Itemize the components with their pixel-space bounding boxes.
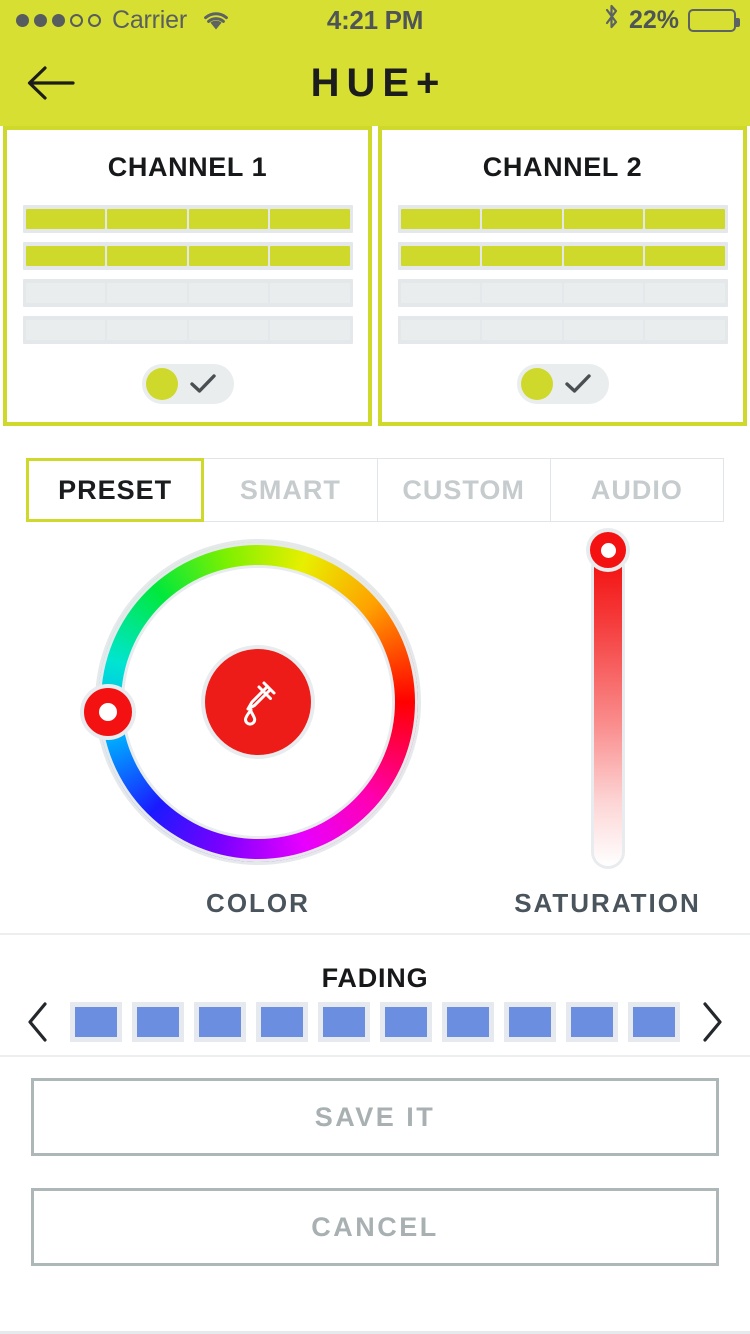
channel-card-2[interactable]: CHANNEL 2	[378, 126, 747, 426]
led-segment[interactable]	[107, 283, 187, 303]
channel-toggle[interactable]	[141, 364, 234, 404]
saturation-slider[interactable]	[586, 528, 630, 870]
led-bar-row[interactable]	[22, 279, 353, 307]
led-segment[interactable]	[400, 320, 480, 340]
channel-title: CHANNEL 1	[107, 152, 268, 182]
led-segment[interactable]	[482, 209, 562, 229]
led-segment[interactable]	[25, 320, 105, 340]
led-segment[interactable]	[188, 283, 268, 303]
color-label: COLOR	[206, 888, 310, 918]
led-segment[interactable]	[482, 320, 562, 340]
channel-led-bars	[22, 205, 353, 344]
bluetooth-icon	[603, 3, 620, 37]
led-segment[interactable]	[25, 209, 105, 229]
fading-next-button[interactable]	[688, 1001, 736, 1043]
check-icon	[553, 372, 605, 396]
eyedropper-button[interactable]	[205, 649, 311, 755]
cancel-button[interactable]: CANCEL	[31, 1188, 719, 1266]
fading-prev-button[interactable]	[14, 1001, 62, 1043]
led-bar-row[interactable]	[22, 316, 353, 344]
led-segment[interactable]	[645, 320, 725, 340]
led-segment[interactable]	[482, 246, 562, 266]
channel-title: CHANNEL 2	[482, 152, 643, 182]
led-segment[interactable]	[107, 246, 187, 266]
battery-icon	[688, 8, 740, 32]
led-segment[interactable]	[482, 283, 562, 303]
chevron-left-icon	[28, 1002, 47, 1042]
channel-led-bars	[397, 205, 728, 344]
led-segment[interactable]	[270, 320, 350, 340]
led-segment[interactable]	[107, 209, 187, 229]
fading-swatch[interactable]	[194, 1002, 246, 1042]
fading-swatch[interactable]	[380, 1002, 432, 1042]
hue-handle[interactable]	[80, 684, 136, 740]
channel-toggle[interactable]	[516, 364, 609, 404]
led-segment[interactable]	[563, 209, 643, 229]
save-button[interactable]: SAVE IT	[31, 1078, 719, 1156]
fading-swatch[interactable]	[628, 1002, 680, 1042]
channel-cards: CHANNEL 1 CHANNEL 2	[0, 126, 750, 426]
led-bar-row[interactable]	[397, 279, 728, 307]
fading-swatch[interactable]	[442, 1002, 494, 1042]
led-bar-row[interactable]	[22, 242, 353, 270]
color-wheel[interactable]	[80, 542, 418, 862]
fading-swatch[interactable]	[256, 1002, 308, 1042]
led-segment[interactable]	[107, 320, 187, 340]
status-bar: Carrier 4:21 PM 22%	[0, 0, 750, 40]
led-segment[interactable]	[563, 246, 643, 266]
led-segment[interactable]	[188, 246, 268, 266]
status-bar-right: 22%	[603, 3, 740, 37]
battery-percent-label: 22%	[628, 5, 679, 34]
led-segment[interactable]	[645, 209, 725, 229]
led-bar-row[interactable]	[22, 205, 353, 233]
led-segment[interactable]	[645, 283, 725, 303]
led-segment[interactable]	[25, 283, 105, 303]
fading-section: FADING	[0, 933, 750, 1057]
led-bar-row[interactable]	[397, 242, 728, 270]
channel-card-1[interactable]: CHANNEL 1	[3, 126, 372, 426]
fading-swatch[interactable]	[318, 1002, 370, 1042]
led-segment[interactable]	[188, 320, 268, 340]
saturation-handle[interactable]	[586, 528, 630, 572]
led-segment[interactable]	[270, 246, 350, 266]
led-segment[interactable]	[400, 246, 480, 266]
fading-swatches	[70, 1002, 680, 1042]
led-segment[interactable]	[270, 209, 350, 229]
fading-row	[0, 1001, 750, 1043]
tab-custom[interactable]: CUSTOM	[377, 458, 551, 522]
mode-tabs: PRESET SMART CUSTOM AUDIO	[26, 458, 724, 522]
toggle-knob	[520, 368, 553, 400]
tab-preset[interactable]: PRESET	[26, 458, 205, 522]
arrow-left-icon	[27, 66, 75, 100]
led-segment[interactable]	[563, 283, 643, 303]
eyedropper-icon	[244, 681, 276, 726]
led-segment[interactable]	[188, 209, 268, 229]
led-segment[interactable]	[645, 246, 725, 266]
led-segment[interactable]	[400, 283, 480, 303]
back-button[interactable]	[20, 52, 82, 114]
check-icon	[178, 372, 230, 396]
tab-audio[interactable]: AUDIO	[550, 458, 724, 522]
led-bar-row[interactable]	[397, 316, 728, 344]
tab-smart[interactable]: SMART	[204, 458, 378, 522]
led-segment[interactable]	[563, 320, 643, 340]
toggle-knob	[145, 368, 178, 400]
nav-bar: HUE+	[0, 40, 750, 126]
led-segment[interactable]	[270, 283, 350, 303]
page-title: HUE+	[310, 60, 447, 105]
fading-swatch[interactable]	[566, 1002, 618, 1042]
chevron-right-icon	[703, 1002, 722, 1042]
fading-swatch[interactable]	[132, 1002, 184, 1042]
saturation-label: SATURATION	[514, 888, 701, 918]
saturation-track[interactable]	[594, 554, 622, 866]
led-segment[interactable]	[25, 246, 105, 266]
app-screen: Carrier 4:21 PM 22% HUE+ CHANNEL 1 CHANN…	[0, 0, 750, 1334]
color-picker-area: COLOR SATURATION	[0, 528, 750, 930]
action-buttons: SAVE IT CANCEL	[0, 1078, 750, 1266]
led-bar-row[interactable]	[397, 205, 728, 233]
led-segment[interactable]	[400, 209, 480, 229]
fading-swatch[interactable]	[504, 1002, 556, 1042]
fading-title: FADING	[321, 963, 429, 993]
fading-swatch[interactable]	[70, 1002, 122, 1042]
